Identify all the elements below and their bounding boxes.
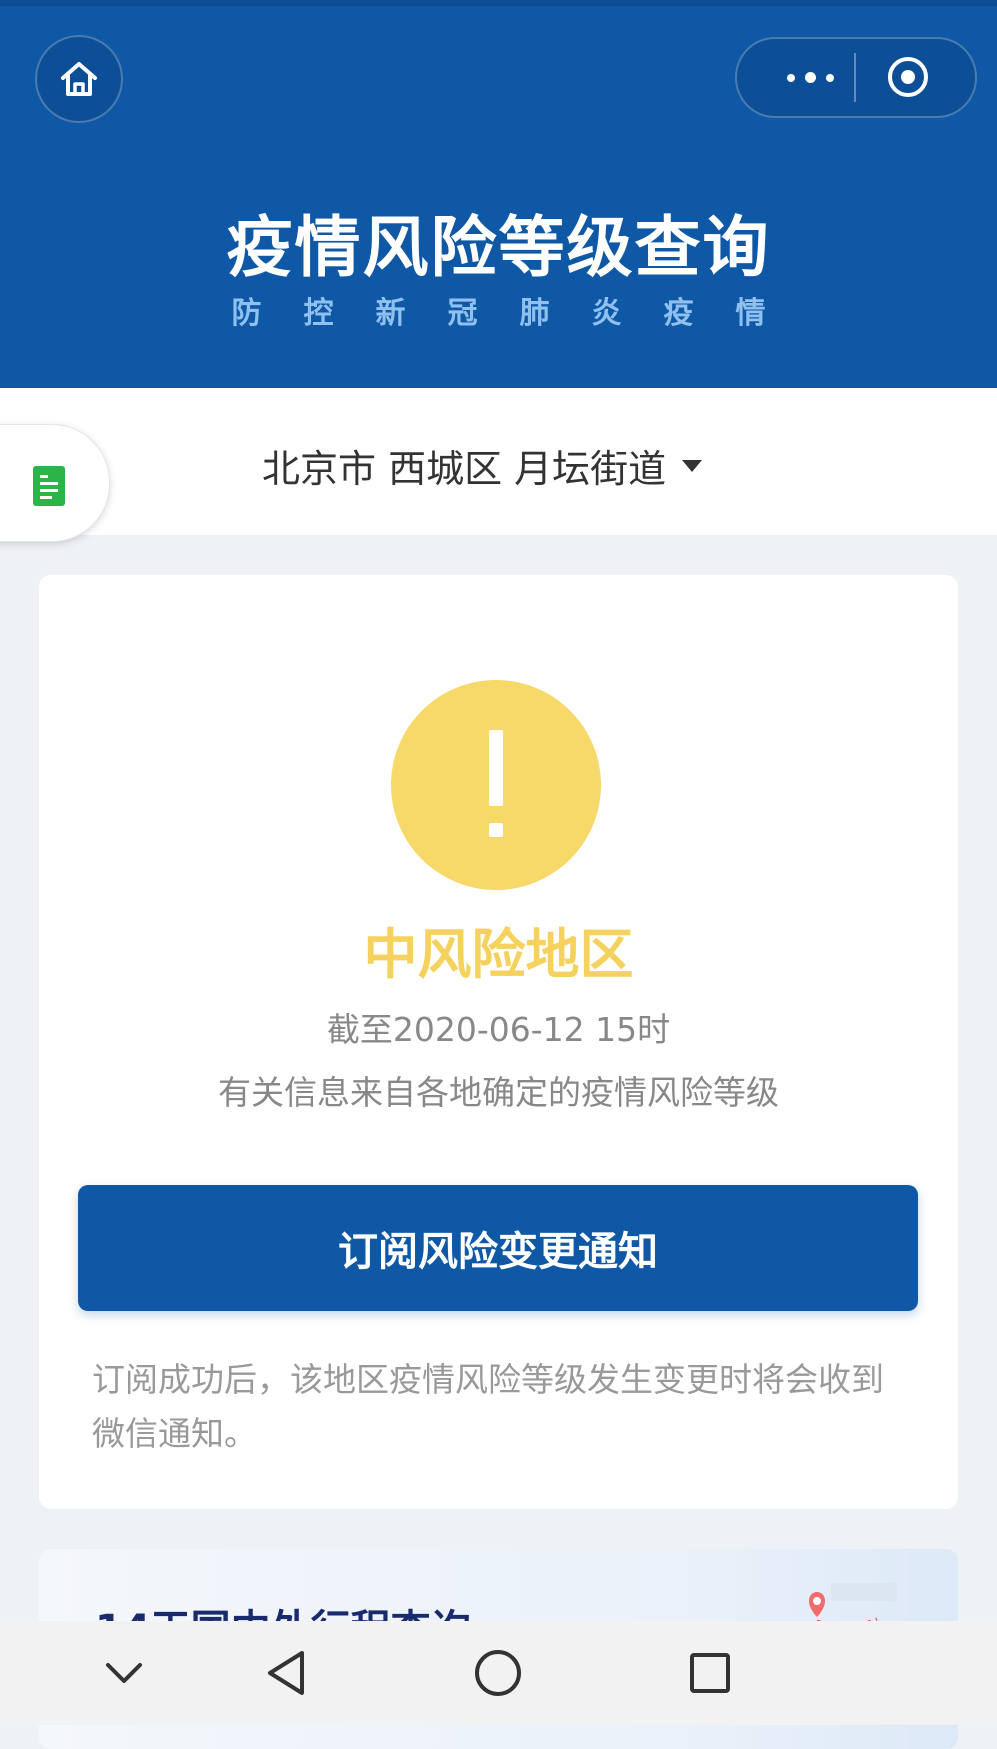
subscribe-button[interactable]: 订阅风险变更通知 [78, 1185, 918, 1311]
as-of-time: 截至2020-06-12 15时 [326, 1010, 671, 1049]
document-icon [33, 466, 65, 506]
status-bar [0, 0, 997, 6]
back-triangle-icon[interactable] [256, 1643, 316, 1703]
location-selector[interactable]: 北京市 西城区 月坛街道 [262, 438, 703, 493]
more-dots-icon [782, 72, 839, 83]
subscribe-note: 订阅成功后，该地区疫情风险等级发生变更时将会收到微信通知。 [92, 1360, 884, 1453]
side-tab[interactable] [0, 424, 110, 542]
home-icon [61, 62, 97, 96]
chevron-down-icon[interactable] [94, 1643, 154, 1703]
location-text: 北京市 西城区 月坛街道 [262, 447, 667, 491]
header-banner: 疫情风险等级查询 防控新冠肺炎疫情 [0, 0, 997, 388]
target-icon[interactable] [885, 54, 931, 100]
caret-down-icon [682, 459, 703, 472]
miniprogram-capsule [735, 37, 977, 118]
capsule-divider [854, 53, 856, 102]
recents-square-icon[interactable] [680, 1643, 740, 1703]
risk-level-label: 中风险地区 [363, 923, 634, 986]
more-button[interactable] [770, 39, 850, 116]
page-title: 疫情风险等级查询 [226, 209, 771, 286]
home-circle-icon[interactable] [468, 1643, 528, 1703]
home-button[interactable] [35, 35, 123, 123]
system-nav-bar [0, 1621, 997, 1725]
exclamation-icon [391, 680, 601, 890]
info-source: 有关信息来自各地确定的疫情风险等级 [218, 1073, 779, 1112]
page-subtitle: 防控新冠肺炎疫情 [231, 296, 808, 331]
